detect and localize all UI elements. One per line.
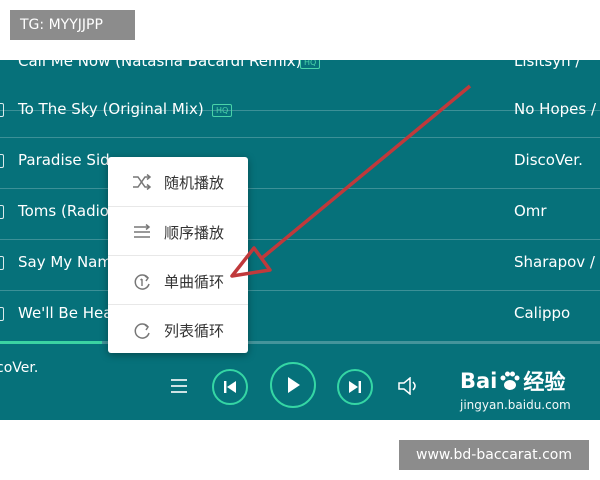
arrow-shaft [260,84,472,260]
tg-watermark-badge: TG: MYYJJPP [10,10,135,40]
annotation-arrow [230,84,472,278]
arrow-head [230,246,272,278]
